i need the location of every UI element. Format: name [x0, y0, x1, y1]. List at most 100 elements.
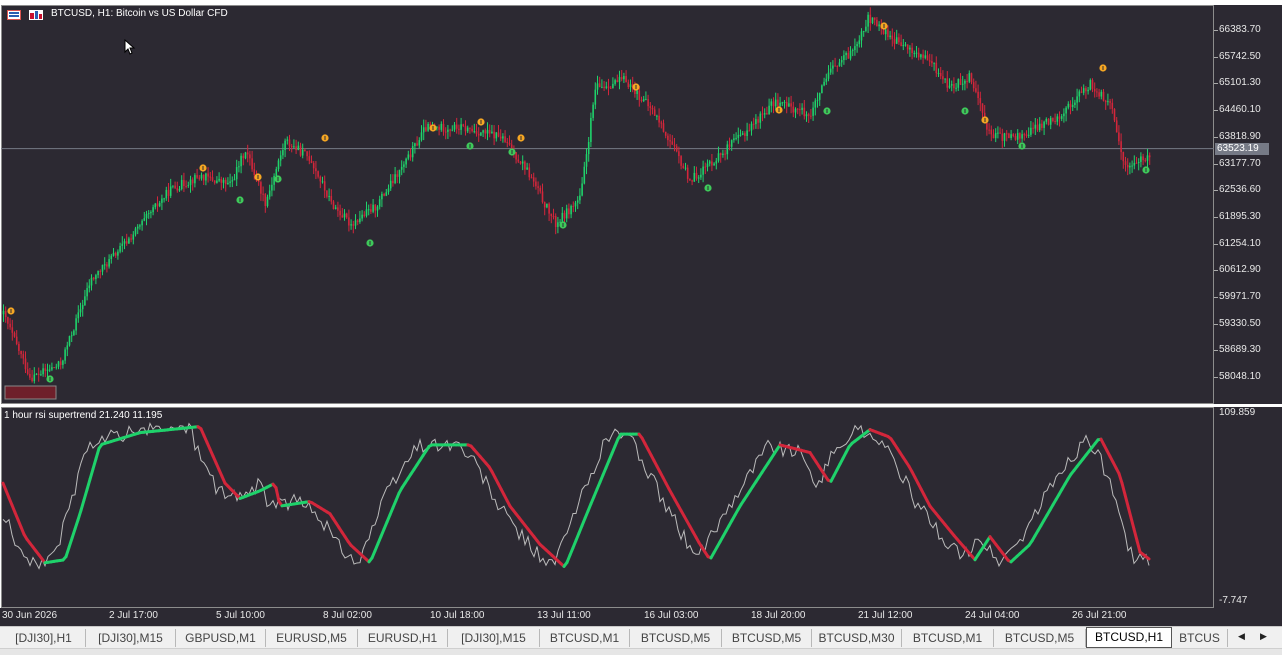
candle	[1030, 121, 1032, 137]
candle	[403, 161, 405, 173]
candle	[680, 155, 682, 169]
candle	[414, 143, 416, 154]
candle	[632, 77, 634, 92]
candle	[467, 126, 469, 133]
candle	[735, 132, 737, 140]
tab-btcusd-m5[interactable]: BTCUSD,M5	[722, 629, 812, 647]
price-tick	[1214, 190, 1218, 191]
candle	[698, 175, 700, 183]
tab-btcusd-m5[interactable]: BTCUSD,M5	[994, 629, 1086, 647]
tab-eurusd-m5[interactable]: EURUSD,M5	[266, 629, 358, 647]
candle	[821, 84, 823, 93]
tab-btcusd-m5[interactable]: BTCUSD,M5	[630, 629, 722, 647]
candle	[599, 77, 601, 88]
candle	[29, 368, 31, 380]
candle	[493, 125, 495, 145]
candle	[1116, 117, 1118, 133]
tab-dji30-m15[interactable]: [DJI30],M15	[448, 629, 540, 647]
candle	[595, 82, 597, 109]
expert-icon[interactable]	[29, 10, 43, 20]
candle	[498, 125, 500, 137]
candle	[766, 107, 768, 115]
candle	[188, 182, 190, 188]
candle	[784, 100, 786, 109]
arrow-left-icon[interactable]: ◀	[1238, 631, 1245, 642]
candle	[267, 195, 269, 208]
candle	[438, 124, 440, 135]
candle	[520, 161, 522, 165]
candle	[443, 119, 445, 136]
candle	[56, 364, 58, 370]
candle	[1061, 114, 1063, 121]
candle	[357, 219, 359, 225]
candle	[641, 97, 643, 103]
candle	[526, 163, 528, 170]
price-label: 62536.60	[1219, 184, 1261, 195]
indicator-scale[interactable]	[1214, 407, 1282, 608]
candle	[359, 211, 361, 224]
candle	[850, 46, 852, 60]
tab-btcus[interactable]: BTCUS	[1172, 629, 1228, 647]
candle	[84, 290, 86, 306]
candle	[1147, 149, 1149, 168]
candle	[584, 162, 586, 185]
buy-signal-icon	[366, 239, 373, 246]
candle	[117, 249, 119, 259]
candle	[49, 365, 51, 372]
candle	[1134, 155, 1136, 169]
tab-btcusd-m30[interactable]: BTCUSD,M30	[812, 629, 902, 647]
candle	[795, 107, 797, 118]
candle	[1037, 119, 1039, 132]
buy-signal-icon	[508, 148, 515, 155]
candle	[1035, 118, 1037, 135]
candle	[1076, 89, 1078, 111]
candle	[18, 341, 20, 354]
candle	[232, 176, 234, 187]
candle	[1021, 130, 1023, 142]
candle	[573, 201, 575, 212]
candle	[379, 196, 381, 210]
candle	[955, 83, 957, 92]
sell-signal-icon	[632, 83, 639, 90]
candle	[361, 210, 363, 221]
candle	[531, 174, 533, 178]
arrow-right-icon[interactable]: ▶	[1260, 631, 1267, 642]
candle	[856, 42, 858, 53]
candle	[711, 154, 713, 171]
indicator-min-label: -7.747	[1219, 595, 1247, 606]
candle	[507, 138, 509, 147]
candle	[1149, 152, 1151, 164]
candle	[960, 73, 962, 85]
candle	[617, 75, 619, 83]
tab-eurusd-h1[interactable]: EURUSD,H1	[358, 629, 448, 647]
candle	[876, 17, 878, 26]
candle	[1142, 154, 1144, 165]
candle	[346, 213, 348, 219]
candle	[1118, 125, 1120, 145]
candle	[900, 35, 902, 47]
tab-btcusd-h1[interactable]: BTCUSD,H1	[1086, 627, 1172, 648]
tab-btcusd-m1[interactable]: BTCUSD,M1	[902, 629, 994, 647]
tab-btcusd-m1[interactable]: BTCUSD,M1	[540, 629, 630, 647]
candle	[355, 214, 357, 229]
candle	[317, 170, 319, 178]
candle	[905, 42, 907, 47]
candle	[181, 175, 183, 190]
candle	[775, 93, 777, 111]
candle	[903, 39, 905, 50]
tab-dji30-m15[interactable]: [DJI30],M15	[86, 629, 176, 647]
candle	[832, 60, 834, 74]
candle	[249, 151, 251, 166]
indicator-panel[interactable]	[1, 407, 1214, 608]
candle	[91, 274, 93, 290]
tab-gbpusd-m1[interactable]: GBPUSD,M1	[176, 629, 266, 647]
candle	[744, 131, 746, 141]
tab-dji30-h1[interactable]: [DJI30],H1	[2, 629, 86, 647]
candle	[922, 50, 924, 64]
candle	[845, 51, 847, 60]
candle	[394, 167, 396, 184]
chart-window[interactable]: BTCUSD, H1: Bitcoin vs US Dollar CFD 663…	[0, 0, 1282, 626]
candle	[427, 122, 429, 132]
candle	[97, 270, 99, 278]
candle	[214, 180, 216, 185]
